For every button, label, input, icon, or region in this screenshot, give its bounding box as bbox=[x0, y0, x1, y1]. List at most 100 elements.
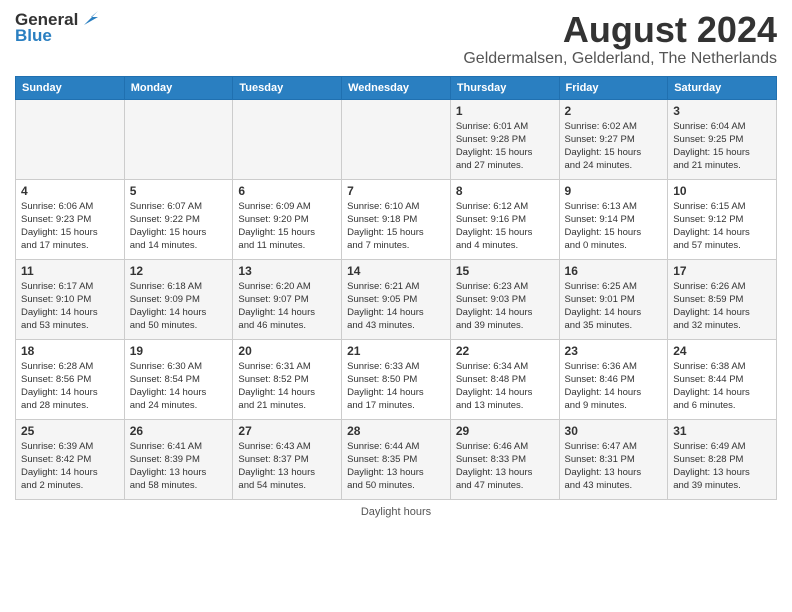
day-number: 12 bbox=[130, 264, 228, 278]
page: General Blue August 2024 Geldermalsen, G… bbox=[0, 0, 792, 612]
week-row-4: 25 Sunrise: 6:39 AM Sunset: 8:42 PM Dayli… bbox=[16, 419, 777, 499]
day-info: Sunrise: 6:39 AM Sunset: 8:42 PM Dayligh… bbox=[21, 440, 119, 493]
footer: Daylight hours bbox=[15, 506, 777, 518]
week-row-2: 11Sunrise: 6:17 AM Sunset: 9:10 PM Dayli… bbox=[16, 259, 777, 339]
title-block: August 2024 Geldermalsen, Gelderland, Th… bbox=[463, 10, 777, 68]
header-day-thursday: Thursday bbox=[450, 76, 559, 99]
subtitle: Geldermalsen, Gelderland, The Netherland… bbox=[463, 50, 777, 68]
day-number: 4 bbox=[21, 184, 119, 198]
calendar-cell: 29 Sunrise: 6:46 AM Sunset: 8:33 PM Dayli… bbox=[450, 419, 559, 499]
calendar-cell: 1Sunrise: 6:01 AM Sunset: 9:28 PM Daylig… bbox=[450, 99, 559, 179]
day-info: Sunrise: 6:36 AM Sunset: 8:46 PM Dayligh… bbox=[565, 360, 663, 413]
day-number: 3 bbox=[673, 104, 771, 118]
calendar-cell: 7 Sunrise: 6:10 AM Sunset: 9:18 PM Daylig… bbox=[342, 179, 451, 259]
calendar-cell: 28 Sunrise: 6:44 AM Sunset: 8:35 PM Dayli… bbox=[342, 419, 451, 499]
calendar-cell: 23 Sunrise: 6:36 AM Sunset: 8:46 PM Dayli… bbox=[559, 339, 668, 419]
day-info: Sunrise: 6:28 AM Sunset: 8:56 PM Dayligh… bbox=[21, 360, 119, 413]
day-number: 23 bbox=[565, 344, 663, 358]
day-number: 20 bbox=[238, 344, 336, 358]
header-day-wednesday: Wednesday bbox=[342, 76, 451, 99]
logo-blue: Blue bbox=[15, 26, 52, 46]
footer-text: Daylight hours bbox=[361, 506, 431, 518]
day-info: Sunrise: 6:21 AM Sunset: 9:05 PM Dayligh… bbox=[347, 280, 445, 333]
day-info: Sunrise: 6:18 AM Sunset: 9:09 PM Dayligh… bbox=[130, 280, 228, 333]
main-title: August 2024 bbox=[463, 10, 777, 50]
calendar-cell: 25 Sunrise: 6:39 AM Sunset: 8:42 PM Dayli… bbox=[16, 419, 125, 499]
day-info: Sunrise: 6:44 AM Sunset: 8:35 PM Dayligh… bbox=[347, 440, 445, 493]
calendar-cell: 31Sunrise: 6:49 AM Sunset: 8:28 PM Dayli… bbox=[668, 419, 777, 499]
day-number: 14 bbox=[347, 264, 445, 278]
calendar-cell: 9 Sunrise: 6:13 AM Sunset: 9:14 PM Daylig… bbox=[559, 179, 668, 259]
day-info: Sunrise: 6:12 AM Sunset: 9:16 PM Dayligh… bbox=[456, 200, 554, 253]
day-info: Sunrise: 6:20 AM Sunset: 9:07 PM Dayligh… bbox=[238, 280, 336, 333]
day-number: 9 bbox=[565, 184, 663, 198]
header-day-sunday: Sunday bbox=[16, 76, 125, 99]
day-number: 31 bbox=[673, 424, 771, 438]
day-info: Sunrise: 6:10 AM Sunset: 9:18 PM Dayligh… bbox=[347, 200, 445, 253]
header-day-tuesday: Tuesday bbox=[233, 76, 342, 99]
day-info: Sunrise: 6:26 AM Sunset: 8:59 PM Dayligh… bbox=[673, 280, 771, 333]
calendar-table: SundayMondayTuesdayWednesdayThursdayFrid… bbox=[15, 76, 777, 500]
week-row-1: 4Sunrise: 6:06 AM Sunset: 9:23 PM Daylig… bbox=[16, 179, 777, 259]
day-number: 22 bbox=[456, 344, 554, 358]
day-info: Sunrise: 6:02 AM Sunset: 9:27 PM Dayligh… bbox=[565, 120, 663, 173]
calendar-cell: 6Sunrise: 6:09 AM Sunset: 9:20 PM Daylig… bbox=[233, 179, 342, 259]
day-number: 26 bbox=[130, 424, 228, 438]
day-number: 21 bbox=[347, 344, 445, 358]
calendar-cell: 12 Sunrise: 6:18 AM Sunset: 9:09 PM Dayli… bbox=[124, 259, 233, 339]
calendar-cell: 14 Sunrise: 6:21 AM Sunset: 9:05 PM Dayli… bbox=[342, 259, 451, 339]
day-number: 28 bbox=[347, 424, 445, 438]
calendar-body: 1Sunrise: 6:01 AM Sunset: 9:28 PM Daylig… bbox=[16, 99, 777, 499]
day-number: 5 bbox=[130, 184, 228, 198]
logo: General Blue bbox=[15, 10, 102, 46]
day-number: 1 bbox=[456, 104, 554, 118]
calendar-cell: 10 Sunrise: 6:15 AM Sunset: 9:12 PM Dayli… bbox=[668, 179, 777, 259]
day-number: 7 bbox=[347, 184, 445, 198]
calendar-cell: 18Sunrise: 6:28 AM Sunset: 8:56 PM Dayli… bbox=[16, 339, 125, 419]
week-row-0: 1Sunrise: 6:01 AM Sunset: 9:28 PM Daylig… bbox=[16, 99, 777, 179]
day-info: Sunrise: 6:13 AM Sunset: 9:14 PM Dayligh… bbox=[565, 200, 663, 253]
day-number: 19 bbox=[130, 344, 228, 358]
day-info: Sunrise: 6:15 AM Sunset: 9:12 PM Dayligh… bbox=[673, 200, 771, 253]
day-number: 25 bbox=[21, 424, 119, 438]
calendar-cell: 11Sunrise: 6:17 AM Sunset: 9:10 PM Dayli… bbox=[16, 259, 125, 339]
day-info: Sunrise: 6:33 AM Sunset: 8:50 PM Dayligh… bbox=[347, 360, 445, 413]
day-number: 24 bbox=[673, 344, 771, 358]
day-info: Sunrise: 6:38 AM Sunset: 8:44 PM Dayligh… bbox=[673, 360, 771, 413]
header-day-friday: Friday bbox=[559, 76, 668, 99]
day-number: 27 bbox=[238, 424, 336, 438]
week-row-3: 18Sunrise: 6:28 AM Sunset: 8:56 PM Dayli… bbox=[16, 339, 777, 419]
day-info: Sunrise: 6:31 AM Sunset: 8:52 PM Dayligh… bbox=[238, 360, 336, 413]
day-number: 29 bbox=[456, 424, 554, 438]
calendar-cell: 22 Sunrise: 6:34 AM Sunset: 8:48 PM Dayli… bbox=[450, 339, 559, 419]
calendar-cell: 27Sunrise: 6:43 AM Sunset: 8:37 PM Dayli… bbox=[233, 419, 342, 499]
header-day-monday: Monday bbox=[124, 76, 233, 99]
calendar-cell bbox=[342, 99, 451, 179]
day-number: 10 bbox=[673, 184, 771, 198]
day-info: Sunrise: 6:41 AM Sunset: 8:39 PM Dayligh… bbox=[130, 440, 228, 493]
calendar-cell: 24 Sunrise: 6:38 AM Sunset: 8:44 PM Dayli… bbox=[668, 339, 777, 419]
day-number: 2 bbox=[565, 104, 663, 118]
calendar-cell: 15 Sunrise: 6:23 AM Sunset: 9:03 PM Dayli… bbox=[450, 259, 559, 339]
calendar-cell: 5Sunrise: 6:07 AM Sunset: 9:22 PM Daylig… bbox=[124, 179, 233, 259]
day-number: 6 bbox=[238, 184, 336, 198]
calendar-header: SundayMondayTuesdayWednesdayThursdayFrid… bbox=[16, 76, 777, 99]
day-number: 8 bbox=[456, 184, 554, 198]
header-row: SundayMondayTuesdayWednesdayThursdayFrid… bbox=[16, 76, 777, 99]
logo-icon bbox=[80, 7, 102, 29]
day-info: Sunrise: 6:46 AM Sunset: 8:33 PM Dayligh… bbox=[456, 440, 554, 493]
day-info: Sunrise: 6:34 AM Sunset: 8:48 PM Dayligh… bbox=[456, 360, 554, 413]
day-info: Sunrise: 6:04 AM Sunset: 9:25 PM Dayligh… bbox=[673, 120, 771, 173]
calendar-cell: 19Sunrise: 6:30 AM Sunset: 8:54 PM Dayli… bbox=[124, 339, 233, 419]
calendar-cell: 8 Sunrise: 6:12 AM Sunset: 9:16 PM Daylig… bbox=[450, 179, 559, 259]
day-number: 30 bbox=[565, 424, 663, 438]
header: General Blue August 2024 Geldermalsen, G… bbox=[15, 10, 777, 68]
calendar-cell: 17Sunrise: 6:26 AM Sunset: 8:59 PM Dayli… bbox=[668, 259, 777, 339]
calendar-cell bbox=[124, 99, 233, 179]
header-day-saturday: Saturday bbox=[668, 76, 777, 99]
day-info: Sunrise: 6:17 AM Sunset: 9:10 PM Dayligh… bbox=[21, 280, 119, 333]
day-number: 15 bbox=[456, 264, 554, 278]
day-info: Sunrise: 6:23 AM Sunset: 9:03 PM Dayligh… bbox=[456, 280, 554, 333]
day-number: 16 bbox=[565, 264, 663, 278]
calendar-cell: 26 Sunrise: 6:41 AM Sunset: 8:39 PM Dayli… bbox=[124, 419, 233, 499]
